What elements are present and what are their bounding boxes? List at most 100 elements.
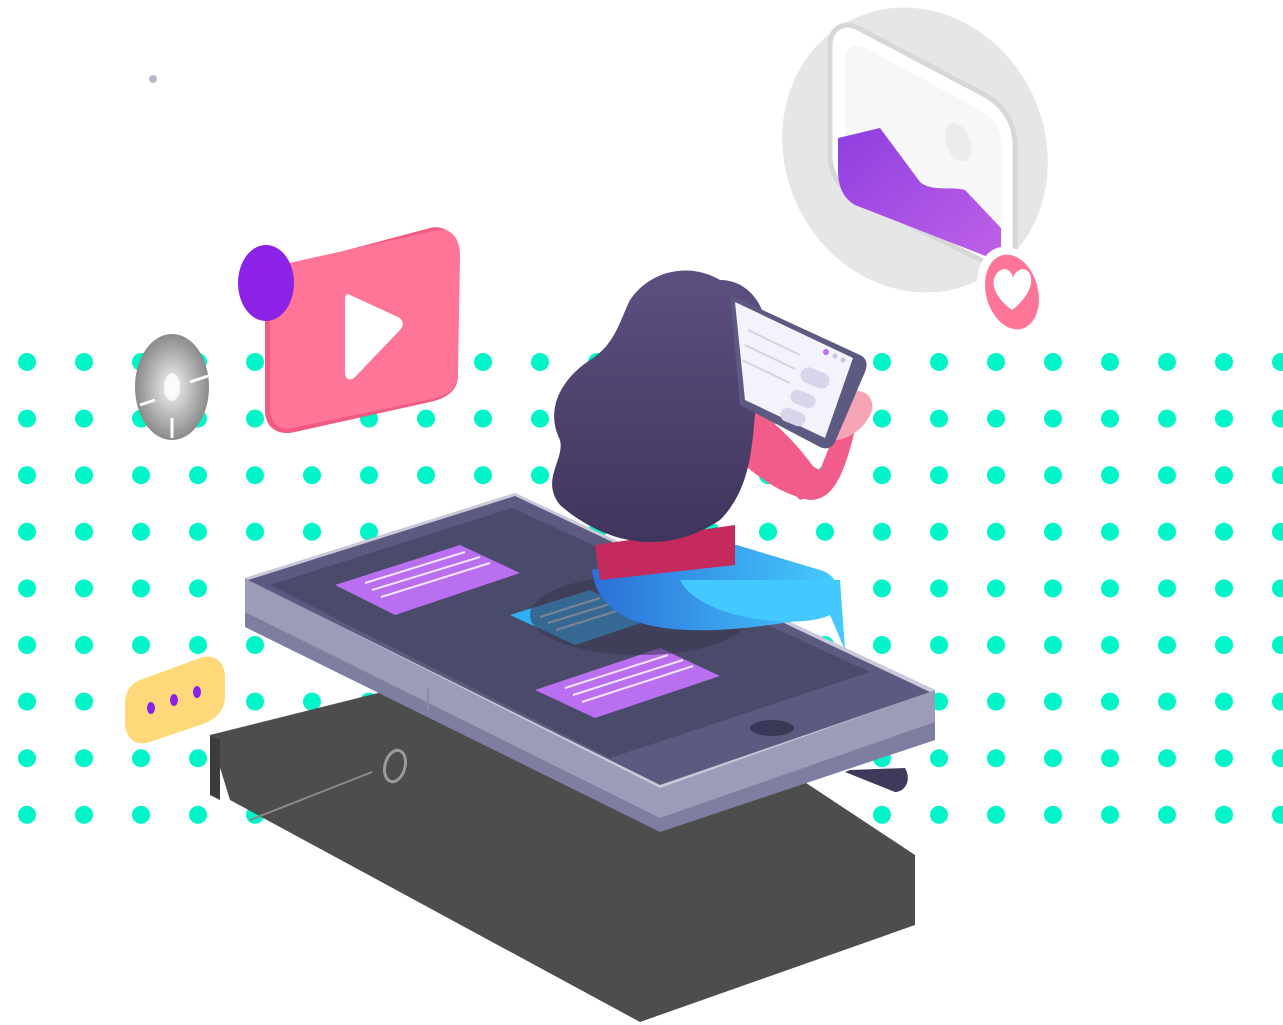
pattern-dot [18, 466, 36, 485]
pattern-dot [75, 749, 93, 768]
pattern-dot [1101, 805, 1119, 824]
pattern-dot [1215, 749, 1233, 768]
pattern-dot [189, 749, 207, 768]
pattern-dot [1158, 522, 1176, 541]
pattern-dot [1272, 692, 1283, 711]
pattern-dot [1044, 522, 1062, 541]
pattern-dot [987, 579, 1005, 598]
pattern-dot [531, 353, 549, 371]
pattern-dot [873, 522, 891, 541]
pattern-dot [1101, 636, 1119, 654]
pattern-dot [1101, 749, 1119, 768]
pattern-dot [1215, 692, 1233, 711]
pattern-dot [303, 692, 321, 711]
pattern-dot [930, 353, 948, 371]
pattern-dot [1101, 409, 1119, 428]
pattern-dot [18, 805, 36, 824]
pattern-dot [1044, 353, 1062, 371]
pattern-dot [873, 466, 891, 485]
pattern-dot [246, 522, 264, 541]
pattern-dot [1272, 805, 1283, 824]
pattern-dot [1101, 353, 1119, 371]
pattern-dot [531, 466, 549, 485]
pattern-dot [1158, 636, 1176, 654]
pattern-dot [246, 692, 264, 711]
pattern-dot [1272, 636, 1283, 654]
pattern-dot [1158, 409, 1176, 428]
pattern-dot [246, 636, 264, 654]
chat-bubble-icon [125, 656, 225, 744]
pattern-dot [18, 636, 36, 654]
pattern-dot [1158, 749, 1176, 768]
pattern-dot [1044, 805, 1062, 824]
pattern-dot [75, 636, 93, 654]
pattern-dot [1215, 466, 1233, 485]
pattern-dot [873, 579, 891, 598]
pattern-dot [75, 522, 93, 541]
pattern-dot [1272, 466, 1283, 485]
pattern-dot [1044, 409, 1062, 428]
pattern-dot [1044, 636, 1062, 654]
pattern-dot [189, 805, 207, 824]
pattern-dot [987, 522, 1005, 541]
pattern-dot [1272, 409, 1283, 428]
pattern-dot [873, 409, 891, 428]
pattern-dot [1272, 522, 1283, 541]
pattern-dot [1272, 749, 1283, 768]
pattern-dot [759, 522, 777, 541]
pattern-dot [1101, 579, 1119, 598]
pattern-dot [1158, 579, 1176, 598]
pattern-dot [987, 749, 1005, 768]
pattern-dot [816, 522, 834, 541]
pattern-dot [189, 636, 207, 654]
pattern-dot [1158, 805, 1176, 824]
pattern-dot [1215, 409, 1233, 428]
pattern-dot [1044, 692, 1062, 711]
notification-dot [238, 245, 294, 321]
pattern-dot [132, 522, 150, 541]
pattern-dot [1272, 353, 1283, 371]
pattern-dot [18, 522, 36, 541]
decor-dot [149, 75, 157, 83]
pattern-dot [417, 466, 435, 485]
video-card [265, 227, 460, 434]
pattern-dot [1272, 579, 1283, 598]
pattern-dot [303, 466, 321, 485]
pattern-dot [474, 466, 492, 485]
pattern-dot [18, 749, 36, 768]
pattern-dot [75, 692, 93, 711]
pattern-dot [1158, 466, 1176, 485]
pattern-dot [75, 409, 93, 428]
pattern-dot [1215, 579, 1233, 598]
pattern-dot [987, 692, 1005, 711]
pattern-dot [189, 579, 207, 598]
pattern-dot [474, 353, 492, 371]
pattern-dot [1215, 353, 1233, 371]
home-button [750, 720, 794, 736]
pattern-dot [1215, 636, 1233, 654]
pattern-dot [1101, 522, 1119, 541]
pattern-dot [531, 409, 549, 428]
pattern-dot [246, 409, 264, 428]
pattern-dot [474, 409, 492, 428]
pattern-dot [987, 353, 1005, 371]
pattern-dot [18, 409, 36, 428]
pattern-dot [1215, 805, 1233, 824]
pattern-dot [987, 409, 1005, 428]
pattern-dot [132, 636, 150, 654]
pattern-dot [18, 353, 36, 371]
pattern-dot [930, 409, 948, 428]
pattern-dot [930, 636, 948, 654]
pattern-dot [1044, 749, 1062, 768]
pattern-dot [873, 805, 891, 824]
pattern-dot [873, 636, 891, 654]
pattern-dot [189, 522, 207, 541]
pattern-dot [18, 692, 36, 711]
pattern-dot [1215, 522, 1233, 541]
pattern-dot [930, 466, 948, 485]
pattern-dot [417, 409, 435, 428]
pattern-dot [132, 579, 150, 598]
pattern-dot [75, 805, 93, 824]
pattern-dot [873, 353, 891, 371]
pattern-dot [189, 466, 207, 485]
